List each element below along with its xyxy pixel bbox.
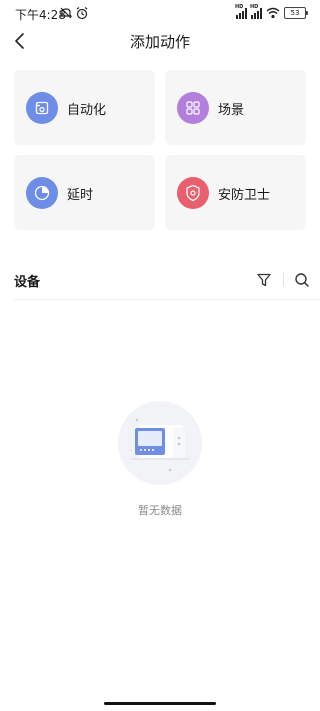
action-card-scene[interactable]: 场景: [165, 70, 306, 145]
battery-icon: 53: [284, 7, 308, 19]
signal-hd-label: HD: [235, 3, 244, 10]
status-bar: 下午4:28 HD HD 53: [0, 0, 320, 26]
security-shield-icon: [177, 177, 209, 209]
action-label: 场景: [218, 103, 245, 118]
action-label: 延时: [67, 188, 94, 203]
page-title: 添加动作: [129, 33, 190, 51]
automation-icon: [26, 92, 58, 124]
delay-pie-icon: [26, 177, 58, 209]
action-card-delay[interactable]: 延时: [14, 155, 155, 230]
action-card-automation[interactable]: 自动化: [14, 70, 155, 145]
scene-grid-icon: [177, 92, 209, 124]
toolbar-divider: [283, 272, 284, 286]
signal-icon-2: HD: [250, 4, 262, 19]
search-icon[interactable]: [293, 271, 311, 289]
signal-icon: HD: [235, 4, 247, 19]
mute-icon: [59, 7, 73, 19]
empty-device-illustration: [118, 401, 202, 485]
signal-hd-label-2: HD: [250, 3, 259, 10]
action-label: 自动化: [67, 103, 107, 118]
filter-icon[interactable]: [255, 271, 273, 289]
home-indicator[interactable]: [104, 702, 216, 705]
top-app-bar: 添加动作: [0, 26, 320, 56]
action-label: 安防卫士: [218, 188, 271, 203]
section-divider: [14, 299, 320, 300]
action-card-security[interactable]: 安防卫士: [165, 155, 306, 230]
alarm-icon: [76, 7, 88, 20]
wifi-icon: [266, 7, 280, 19]
devices-section-title: 设备: [14, 275, 41, 290]
empty-state-text: 暂无数据: [138, 504, 182, 517]
